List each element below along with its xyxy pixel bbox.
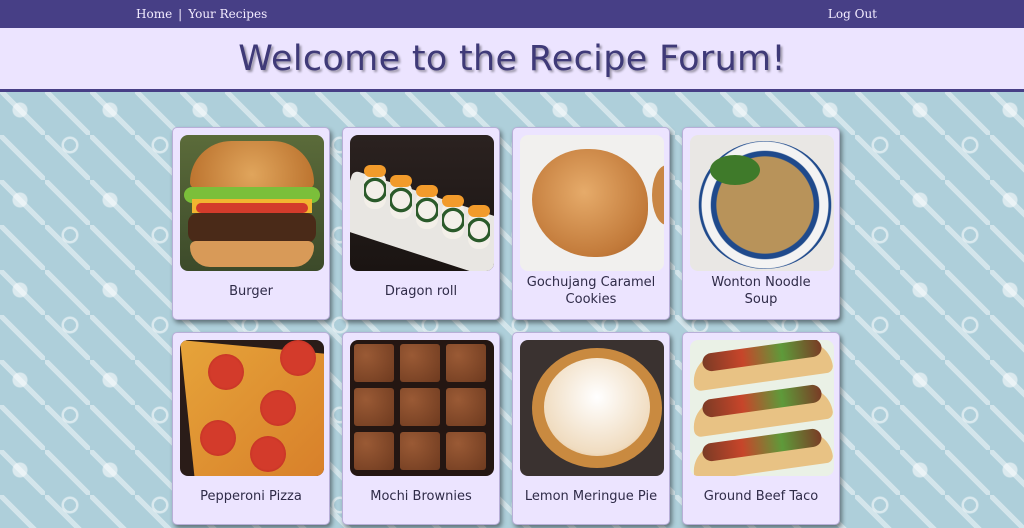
recipe-card-ground-beef-taco[interactable]: Ground Beef Taco [682,332,840,525]
top-navbar: Home | Your Recipes Log Out [0,0,1024,28]
welcome-banner: Welcome to the Recipe Forum! [0,28,1024,92]
recipe-card-lemon-meringue-pie[interactable]: Lemon Meringue Pie [512,332,670,525]
recipe-title: Gochujang Caramel Cookies [526,275,656,307]
recipe-card-gochujang-cookies[interactable]: Gochujang Caramel Cookies [512,127,670,320]
recipe-card-mochi-brownies[interactable]: Mochi Brownies [342,332,500,525]
nav-links: Home | Your Recipes [136,7,267,21]
nav-right: Log Out [828,7,877,21]
logout-link[interactable]: Log Out [828,7,877,21]
recipe-title: Lemon Meringue Pie [524,488,658,504]
nav-your-recipes-link[interactable]: Your Recipes [188,7,267,21]
soup-image [690,135,834,271]
recipe-grid: Burger Dragon roll Gochujang Caramel Coo… [172,127,840,525]
nav-separator: | [178,7,183,21]
recipe-title: Wonton Noodle Soup [711,275,811,307]
recipe-card-burger[interactable]: Burger [172,127,330,320]
recipe-title: Burger [229,283,273,299]
cookie-image [520,135,664,271]
recipe-title: Dragon roll [384,283,458,299]
pie-image [520,340,664,476]
sushi-image [350,135,494,271]
page-title: Welcome to the Recipe Forum! [238,38,786,79]
burger-image [180,135,324,271]
nav-home-link[interactable]: Home [136,7,172,21]
recipe-title: Mochi Brownies [370,488,472,504]
pizza-image [180,340,324,476]
recipe-card-dragon-roll[interactable]: Dragon roll [342,127,500,320]
recipe-card-wonton-soup[interactable]: Wonton Noodle Soup [682,127,840,320]
recipe-card-pepperoni-pizza[interactable]: Pepperoni Pizza [172,332,330,525]
taco-image [690,340,834,476]
recipe-title: Pepperoni Pizza [200,488,302,504]
recipe-title: Ground Beef Taco [703,488,819,504]
brownie-image [350,340,494,476]
